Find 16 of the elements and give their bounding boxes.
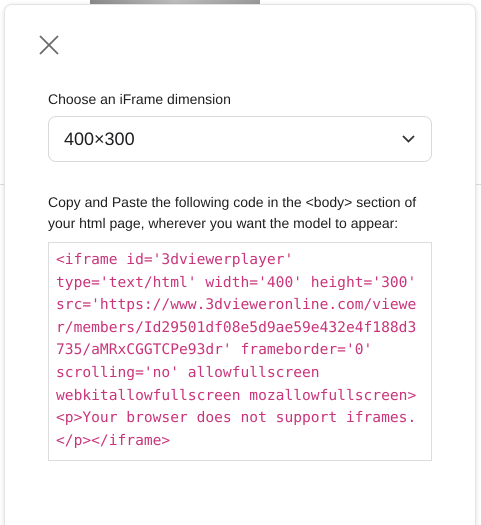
code-line: webkitallowfullscreen mozallowfullscreen> — [56, 386, 418, 406]
code-line: <p>Your browser does not support iframes. — [56, 408, 418, 428]
code-line: scrolling='no' allowfullscreen — [56, 362, 321, 383]
code-line: 735/aMRxCGGTCPe93dr' frameborder='0' — [56, 340, 374, 360]
dimension-label: Choose an iFrame dimension — [48, 91, 232, 107]
code-line: src='https://www.3dvieweronline.com/viewe — [56, 295, 418, 316]
instructions-text: Copy and Paste the following code in the <body> section of your html page, wherever you want the model to appear: — [48, 193, 418, 233]
close-icon — [39, 35, 59, 55]
chevron-down-icon — [402, 135, 415, 143]
dimension-select[interactable]: 400×300 — [48, 116, 432, 162]
code-line: r/members/Id29501df08e5d9ae59e432e4f188d3 — [56, 318, 418, 338]
code-line: <iframe id='3dviewerplayer' — [56, 250, 294, 270]
embed-code-box[interactable] — [48, 242, 432, 462]
code-line: </p></iframe> — [56, 430, 172, 451]
code-line: type='text/html' width='400' height='300' — [56, 272, 418, 293]
close-button[interactable] — [37, 33, 61, 57]
